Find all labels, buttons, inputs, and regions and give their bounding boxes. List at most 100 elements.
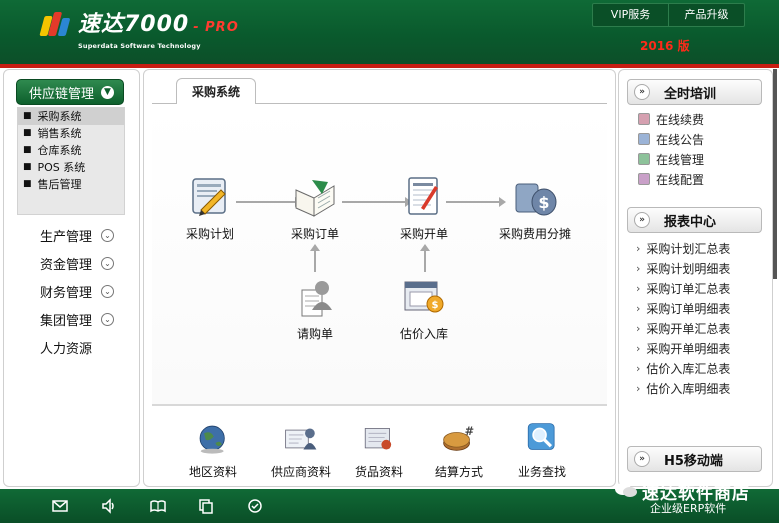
online-config[interactable]: 在线配置	[638, 171, 704, 187]
product-upgrade-link[interactable]: 产品升级	[668, 4, 744, 26]
flow-purchase-plan[interactable]: 采购计划	[165, 176, 255, 242]
search-icon	[527, 423, 555, 450]
sub-nav-item-sales[interactable]: ■ 销售系统	[18, 125, 124, 142]
shortcut-supplier-data[interactable]: 供应商资料	[256, 422, 346, 480]
nav-label: 生产管理	[40, 229, 93, 245]
vip-service-link[interactable]: VIP服务	[593, 4, 668, 26]
report-link[interactable]: › 估价入库明细表	[636, 380, 730, 396]
chevron-down-icon: ⌄	[101, 284, 115, 298]
nav-label: 人力资源	[40, 341, 93, 357]
flow-label: 采购费用分摊	[498, 227, 571, 241]
mobile-h5-header[interactable]: » H5移动端	[627, 446, 762, 472]
report-label: 采购开单汇总表	[646, 321, 731, 336]
shortcut-label: 供应商资料	[270, 465, 331, 479]
report-link[interactable]: › 估价入库汇总表	[636, 360, 730, 376]
flow-purchase-invoice[interactable]: 采购开单	[379, 176, 469, 242]
document-pen-icon	[408, 177, 438, 215]
report-link[interactable]: › 采购计划明细表	[636, 260, 730, 276]
mobile-h5-title: H5移动端	[664, 453, 723, 469]
sub-nav-item-warehouse[interactable]: ■ 仓库系统	[18, 142, 124, 159]
flow-arrow	[310, 244, 320, 272]
report-link[interactable]: › 采购计划汇总表	[636, 240, 730, 256]
book-icon	[638, 133, 650, 145]
online-notice[interactable]: 在线公告	[638, 131, 704, 147]
bullet-icon: ■	[23, 162, 32, 172]
copy-icon[interactable]	[197, 498, 215, 514]
supplier-card-icon	[285, 428, 317, 450]
report-center-header[interactable]: » 报表中心	[627, 207, 762, 233]
chevron-right-icon: ›	[636, 381, 641, 395]
nav-production[interactable]: 生产管理 ⌄	[40, 226, 115, 245]
sub-nav-label: POS 系统	[37, 161, 86, 174]
flow-area	[152, 104, 607, 404]
report-link[interactable]: › 采购开单明细表	[636, 340, 730, 356]
left-nav-panel: 供应链管理 ▼ ■ 采购系统 ■ 销售系统 ■ 仓库系统 ■ POS 系统 ■ 售后管理	[3, 69, 140, 487]
double-chevron-right-icon: »	[634, 84, 650, 100]
shortcut-business-search[interactable]: 业务查找	[497, 422, 587, 480]
nav-group[interactable]: 集团管理 ⌄	[40, 310, 115, 329]
training-title: 全时培训	[664, 86, 717, 102]
training-header[interactable]: » 全时培训	[627, 79, 762, 105]
bullet-icon: ■	[23, 111, 32, 121]
report-link[interactable]: › 采购订单汇总表	[636, 280, 730, 296]
online-manage[interactable]: 在线管理	[638, 151, 704, 167]
online-renew[interactable]: 在线续费	[638, 111, 704, 127]
report-label: 采购计划汇总表	[646, 241, 731, 256]
year-badge: 2016 版	[640, 39, 690, 53]
chevron-down-icon: ⌄	[101, 312, 115, 326]
online-label: 在线配置	[656, 172, 705, 187]
top-links: VIP服务 产品升级	[592, 3, 745, 27]
sub-nav-label: 售后管理	[37, 178, 82, 191]
shortcut-region-data[interactable]: 地区资料	[168, 422, 258, 480]
watermark-sub: 企业级ERP软件	[650, 502, 727, 515]
chevron-down-icon: ⌄	[101, 256, 115, 270]
online-label: 在线公告	[656, 132, 705, 147]
flow-purchase-request[interactable]: 请购单	[270, 276, 360, 342]
nav-hr[interactable]: 人力资源	[40, 338, 93, 357]
bullet-icon: ■	[23, 128, 32, 138]
speaker-icon[interactable]	[100, 498, 118, 514]
nav-supply-chain-label: 供应链管理	[29, 86, 95, 102]
nav-supply-chain[interactable]: 供应链管理 ▼	[16, 79, 124, 105]
flow-purchase-order[interactable]: 采购订单	[270, 176, 360, 242]
flow-estimate-stock-in[interactable]: $ 估价入库	[379, 276, 469, 342]
tab-purchase-system[interactable]: 采购系统	[176, 78, 256, 104]
report-link[interactable]: › 采购订单明细表	[636, 300, 730, 316]
logo-mark-icon	[39, 12, 74, 38]
clipboard-pencil-icon	[192, 178, 226, 216]
flow-label: 采购开单	[399, 227, 448, 241]
shortcut-goods-data[interactable]: 货品资料	[334, 422, 424, 480]
bullet-icon: ■	[23, 145, 32, 155]
shortcut-settlement-method[interactable]: # 结算方式	[414, 422, 504, 480]
logo-title: 速达7000	[78, 12, 190, 37]
report-label: 采购订单明细表	[646, 301, 731, 316]
report-label: 采购计划明细表	[646, 261, 731, 276]
book-icon	[638, 153, 650, 165]
check-circle-icon[interactable]	[246, 498, 264, 514]
sub-nav-item-pos[interactable]: ■ POS 系统	[18, 159, 124, 176]
double-chevron-right-icon: »	[634, 451, 650, 467]
nav-finance[interactable]: 财务管理 ⌄	[40, 282, 115, 301]
warehouse-coins-icon: $	[404, 281, 444, 313]
sub-nav-item-after-sales[interactable]: ■ 售后管理	[18, 176, 124, 193]
book-icon	[638, 173, 650, 185]
svg-text:$: $	[538, 193, 549, 212]
scrollbar[interactable]	[773, 69, 777, 279]
shortcut-label: 地区资料	[188, 465, 237, 479]
header-divider	[0, 64, 779, 68]
logo-pro: - PRO	[193, 20, 239, 35]
sub-nav-list: ■ 采购系统 ■ 销售系统 ■ 仓库系统 ■ POS 系统 ■ 售后管理	[17, 107, 125, 215]
logo: 速达7000- PRO Superdata Software Technolog…	[39, 12, 239, 50]
flow-cost-allocation[interactable]: $ 采购费用分摊	[487, 176, 583, 242]
sub-nav-label: 销售系统	[37, 127, 82, 140]
flow-label: 请购单	[296, 327, 333, 341]
shortcut-label: 货品资料	[354, 465, 403, 479]
open-book-icon	[295, 180, 335, 217]
mail-icon[interactable]	[51, 498, 69, 514]
book-icon[interactable]	[149, 498, 167, 514]
nav-funds[interactable]: 资金管理 ⌄	[40, 254, 115, 273]
sub-nav-item-purchase[interactable]: ■ 采购系统	[18, 108, 124, 125]
goods-box-icon	[364, 428, 392, 450]
settlement-coins-icon: #	[443, 424, 474, 451]
report-link[interactable]: › 采购开单汇总表	[636, 320, 730, 336]
